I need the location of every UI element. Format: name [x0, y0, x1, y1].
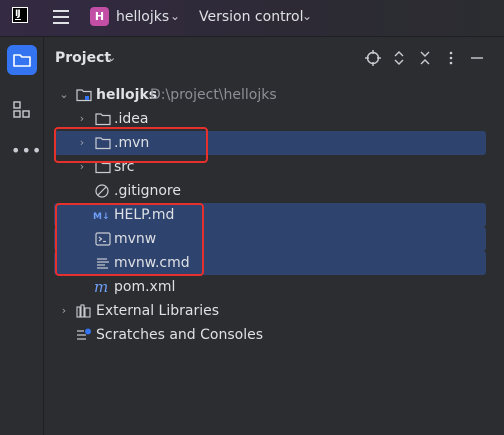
tree-row-idea[interactable]: › .idea — [54, 107, 486, 131]
project-selector[interactable]: hellojks — [116, 9, 169, 25]
project-badge[interactable]: H — [90, 7, 109, 26]
collapse-all-icon[interactable] — [416, 49, 434, 67]
project-tool-button[interactable] — [7, 45, 37, 75]
tree-row-label: .mvn — [114, 135, 150, 151]
tree-row-label: .idea — [114, 111, 149, 127]
tree-row-label: External Libraries — [96, 303, 219, 319]
tree-row-gitignore[interactable]: .gitignore — [54, 179, 486, 203]
tree-row-mvn[interactable]: › .mvn — [54, 131, 486, 155]
tree-row-external-libraries[interactable]: › External Libraries — [54, 299, 486, 323]
folder-icon — [95, 113, 111, 126]
tree-row-hellojks[interactable]: ⌄ hellojks D:\project\hellojks — [54, 83, 486, 107]
text-file-icon — [97, 258, 109, 269]
chevron-right-icon[interactable]: › — [76, 131, 88, 155]
title-bar: IJ H hellojks ⌄ Version control ⌄ — [0, 0, 504, 37]
structure-icon[interactable] — [12, 100, 32, 120]
project-panel: Project ⌄ ⌄ hellojks D:\project\hellojks… — [44, 37, 504, 435]
tree-row-label: .gitignore — [114, 183, 181, 199]
tree-row-path: D:\project\hellojks — [150, 87, 277, 103]
tree-row-label: mvnw — [114, 231, 157, 247]
folder-icon — [95, 161, 111, 174]
tool-window-strip: ••• — [0, 37, 44, 435]
tree-row-help-md[interactable]: M↓ HELP.md — [54, 203, 486, 227]
library-icon — [76, 304, 91, 318]
locate-icon[interactable] — [364, 49, 382, 67]
more-icon[interactable]: ••• — [11, 141, 41, 160]
folder-icon — [13, 54, 31, 67]
tree-row-label: hellojks — [96, 87, 158, 103]
tree-row-label: HELP.md — [114, 207, 175, 223]
tree-row-mvnw[interactable]: mvnw — [54, 227, 486, 251]
tree-row-scratches[interactable]: Scratches and Consoles — [54, 323, 486, 347]
svg-text:m: m — [94, 280, 108, 294]
main-menu-icon[interactable] — [53, 10, 69, 24]
tree-row-mvnw-cmd[interactable]: mvnw.cmd — [54, 251, 486, 275]
hide-icon[interactable] — [468, 49, 486, 67]
svg-text:M↓: M↓ — [93, 212, 110, 222]
module-folder-icon — [76, 89, 92, 102]
options-icon[interactable] — [442, 49, 460, 67]
chevron-down-icon[interactable]: ⌄ — [302, 9, 312, 23]
tree-row-pom-xml[interactable]: m pom.xml — [54, 275, 486, 299]
chevron-right-icon[interactable]: › — [76, 155, 88, 179]
shell-script-icon — [95, 232, 111, 246]
scratches-icon — [77, 328, 91, 340]
chevron-down-icon[interactable]: ⌄ — [58, 83, 70, 107]
chevron-right-icon[interactable]: › — [76, 107, 88, 131]
chevron-down-icon[interactable]: ⌄ — [107, 51, 116, 64]
markdown-icon: M↓ — [93, 212, 110, 222]
chevron-down-icon[interactable]: ⌄ — [170, 9, 180, 23]
expand-collapse-icon[interactable] — [390, 49, 408, 67]
intellij-logo-icon[interactable]: IJ — [12, 7, 28, 23]
chevron-right-icon[interactable]: › — [58, 299, 70, 323]
tree-row-src[interactable]: › src — [54, 155, 486, 179]
maven-icon: m — [94, 280, 108, 294]
tree-row-label: pom.xml — [114, 279, 176, 295]
version-control-menu[interactable]: Version control — [199, 9, 303, 25]
tree-row-label: mvnw.cmd — [114, 255, 190, 271]
panel-title[interactable]: Project — [55, 50, 111, 66]
ignore-file-icon — [95, 184, 109, 198]
folder-icon — [95, 137, 111, 150]
tree-row-label: src — [114, 159, 135, 175]
tree-row-label: Scratches and Consoles — [96, 327, 263, 343]
